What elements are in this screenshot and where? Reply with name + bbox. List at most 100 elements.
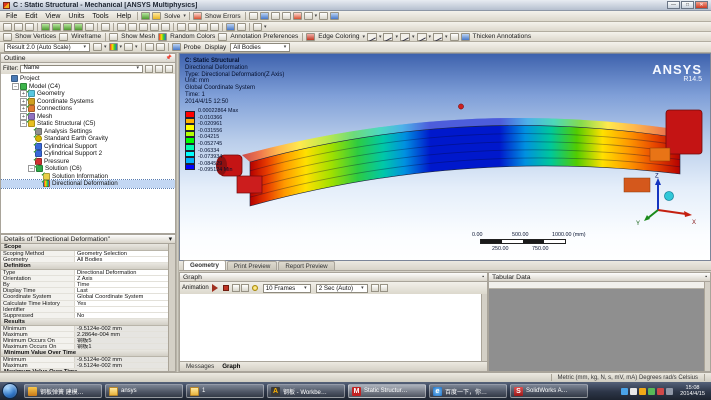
tray-icon[interactable] xyxy=(639,388,646,395)
image-capture-icon[interactable] xyxy=(304,12,313,20)
details-value[interactable]: -9.5124e-002 mm xyxy=(75,326,168,331)
tray-icon[interactable] xyxy=(621,388,628,395)
tree-item-solution-c6-[interactable]: −✓Solution (C6) xyxy=(1,165,175,173)
previous-view-icon[interactable] xyxy=(199,23,208,31)
vertex-filter-icon[interactable] xyxy=(41,23,50,31)
label-icon[interactable] xyxy=(282,12,291,20)
zoom-in-icon[interactable] xyxy=(139,23,148,31)
show-vertices-icon[interactable] xyxy=(3,33,12,41)
menu-file[interactable]: File xyxy=(2,13,21,20)
details-value[interactable]: Global Coordinate System xyxy=(75,294,168,299)
tree-item-directional-deformation[interactable]: ✓Directional Deformation xyxy=(1,180,175,188)
graph-plot-area[interactable] xyxy=(179,294,488,362)
show-errors-button[interactable]: Show Errors xyxy=(205,13,241,20)
display-select[interactable]: All Bodies▾ xyxy=(230,43,290,52)
solve-dropdown-caret[interactable]: ▾ xyxy=(183,13,186,19)
edge-direction-icon-4[interactable] xyxy=(417,33,427,41)
thicken-annotations-icon[interactable] xyxy=(461,33,470,41)
iso-view-icon[interactable] xyxy=(226,23,235,31)
edge-direction-icon-3[interactable] xyxy=(400,33,410,41)
view-options-icon[interactable] xyxy=(253,23,262,31)
random-colors-button[interactable]: Random Colors xyxy=(170,33,215,40)
view-options-caret[interactable]: ▾ xyxy=(264,24,267,30)
taskbar-button-browser[interactable]: e百度一下，你… xyxy=(429,384,507,398)
maximize-button[interactable]: □ xyxy=(681,1,694,9)
orientation-triad[interactable]: Z X Y xyxy=(628,172,698,227)
face-filter-icon[interactable] xyxy=(63,23,72,31)
tree-item-pressure[interactable]: ✓Pressure xyxy=(1,158,175,166)
tab-graph[interactable]: Graph xyxy=(222,363,240,370)
tab-geometry[interactable]: Geometry xyxy=(183,260,226,270)
details-value[interactable]: 钢板1 xyxy=(75,344,168,349)
tray-icon[interactable] xyxy=(630,388,637,395)
details-value[interactable]: 2.2864e-004 mm xyxy=(75,332,168,337)
wireframe-icon[interactable] xyxy=(59,33,68,41)
frames-select[interactable]: 10 Frames▾ xyxy=(263,284,311,293)
frame-back-icon[interactable] xyxy=(232,284,240,292)
tab-messages[interactable]: Messages xyxy=(186,363,214,370)
thicken-annotations-button[interactable]: Thicken Annotations xyxy=(473,33,532,40)
details-value[interactable]: Directional Deformation xyxy=(75,270,168,275)
frame-forward-icon[interactable] xyxy=(241,284,249,292)
right-eye-support[interactable] xyxy=(666,110,702,154)
taskbar-button-solidworks[interactable]: SSolidWorks A… xyxy=(510,384,588,398)
details-value[interactable]: All Bodies xyxy=(75,257,168,262)
solve-button[interactable]: Solve xyxy=(164,13,180,20)
min-probe-icon[interactable] xyxy=(145,43,154,51)
probe-icon[interactable] xyxy=(172,43,181,51)
random-colors-icon[interactable] xyxy=(158,33,167,41)
tree-item-solution-information[interactable]: ✓Solution Information xyxy=(1,173,175,181)
result-scale-select[interactable]: Result 2.0 (Auto Scale)▾ xyxy=(4,43,90,52)
probe-button[interactable]: Probe xyxy=(184,44,201,51)
tabular-scrollbar[interactable] xyxy=(704,282,710,371)
extend-selection-icon[interactable] xyxy=(85,23,94,31)
tree-item-static-structural-c5-[interactable]: −✓Static Structural (C5) xyxy=(1,120,175,128)
graph-zoom-icon[interactable] xyxy=(380,284,388,292)
coordinate-pick-icon[interactable] xyxy=(101,23,110,31)
graph-scrollbar[interactable] xyxy=(481,294,487,361)
tab-report-preview[interactable]: Report Preview xyxy=(278,261,334,270)
zoom-out-icon[interactable] xyxy=(150,23,159,31)
play-button[interactable] xyxy=(212,284,218,292)
menu-units[interactable]: Units xyxy=(64,13,88,20)
taskbar-button-mechanical[interactable]: MStatic Structur… xyxy=(348,384,426,398)
annotation-icon[interactable] xyxy=(271,12,280,20)
menu-tools[interactable]: Tools xyxy=(88,13,112,20)
zoom-fit-icon[interactable] xyxy=(177,23,186,31)
tab-print-preview[interactable]: Print Preview xyxy=(227,261,277,270)
pan-icon[interactable] xyxy=(128,23,137,31)
title-bar[interactable]: C : Static Structural - Mechanical [ANSY… xyxy=(0,0,711,11)
expand-all-icon[interactable] xyxy=(145,65,153,73)
details-value[interactable]: 钢板5 xyxy=(75,338,168,343)
wireframe-button[interactable]: Wireframe xyxy=(71,33,101,40)
edge-coloring-button[interactable]: Edge Coloring xyxy=(318,33,359,40)
edge-direction-icon-1[interactable] xyxy=(367,33,377,41)
edge-direction-icon-2[interactable] xyxy=(383,33,393,41)
outline-pin-icon[interactable]: 📌 xyxy=(166,54,172,63)
body-filter-icon[interactable] xyxy=(74,23,83,31)
export-video-icon[interactable] xyxy=(371,284,379,292)
stop-button[interactable] xyxy=(223,285,229,291)
chart-icon[interactable] xyxy=(260,12,269,20)
taskbar-button-1[interactable]: 钢板弹簧 建模… xyxy=(24,384,102,398)
duration-select[interactable]: 2 Sec (Auto)▾ xyxy=(316,284,368,293)
details-value[interactable]: Time xyxy=(75,282,168,287)
tray-icon[interactable] xyxy=(666,388,673,395)
selection-info-icon[interactable] xyxy=(330,12,339,20)
viewports-icon[interactable] xyxy=(237,23,246,31)
menu-help[interactable]: Help xyxy=(113,13,135,20)
next-view-icon[interactable] xyxy=(210,23,219,31)
annotation-preferences-icon[interactable] xyxy=(218,33,227,41)
details-help-icon[interactable]: ▾ xyxy=(169,235,172,244)
edge-coloring-caret[interactable]: ▾ xyxy=(362,34,365,40)
tabular-pin-icon[interactable]: ▪ xyxy=(705,273,707,282)
details-value[interactable]: Z Axis xyxy=(75,276,168,281)
filter-go-icon[interactable] xyxy=(165,65,173,73)
show-mesh-button[interactable]: Show Mesh xyxy=(121,33,155,40)
show-vertices-button[interactable]: Show Vertices xyxy=(15,33,56,40)
contours-icon[interactable] xyxy=(109,43,118,51)
close-button[interactable]: ✕ xyxy=(695,1,708,9)
taskbar-button-3[interactable]: 1 xyxy=(186,384,264,398)
show-errors-icon[interactable] xyxy=(193,12,202,20)
solve-icon[interactable] xyxy=(152,12,161,20)
